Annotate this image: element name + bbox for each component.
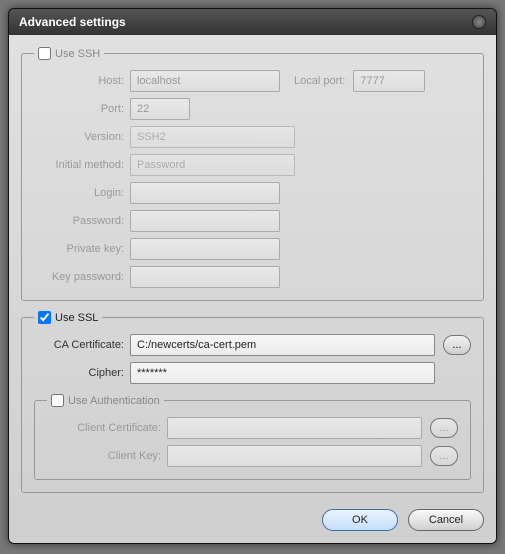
use-auth-checkbox[interactable]: [51, 394, 64, 407]
ca-cert-label: CA Certificate:: [34, 339, 130, 351]
use-ssl-checkbox[interactable]: [38, 311, 51, 324]
ssl-legend: Use SSL: [34, 311, 102, 324]
initial-method-label: Initial method:: [34, 159, 130, 171]
key-password-input[interactable]: [130, 266, 280, 288]
local-port-input[interactable]: [353, 70, 425, 92]
ssh-legend: Use SSH: [34, 47, 104, 60]
login-input[interactable]: [130, 182, 280, 204]
private-key-input[interactable]: [130, 238, 280, 260]
local-port-label: Local port:: [280, 75, 353, 87]
titlebar[interactable]: Advanced settings: [9, 9, 496, 35]
initial-method-select[interactable]: Password: [130, 154, 295, 176]
cancel-button[interactable]: Cancel: [408, 509, 484, 531]
client-cert-label: Client Certificate:: [47, 422, 167, 434]
key-password-label: Key password:: [34, 271, 130, 283]
close-icon[interactable]: [472, 15, 486, 29]
cipher-label: Cipher:: [34, 367, 130, 379]
use-ssl-label: Use SSL: [55, 312, 98, 324]
ca-cert-input[interactable]: [130, 334, 435, 356]
version-label: Version:: [34, 131, 130, 143]
host-label: Host:: [34, 75, 130, 87]
version-select[interactable]: SSH2: [130, 126, 295, 148]
client-cert-input[interactable]: [167, 417, 422, 439]
client-cert-browse-button[interactable]: ...: [430, 418, 458, 438]
private-key-label: Private key:: [34, 243, 130, 255]
ok-button[interactable]: OK: [322, 509, 398, 531]
login-label: Login:: [34, 187, 130, 199]
use-ssh-label: Use SSH: [55, 48, 100, 60]
host-input[interactable]: [130, 70, 280, 92]
auth-group: Use Authentication Client Certificate: .…: [34, 394, 471, 480]
ssl-group: Use SSL CA Certificate: ... Cipher: Use …: [21, 311, 484, 493]
cipher-input[interactable]: [130, 362, 435, 384]
password-input[interactable]: [130, 210, 280, 232]
ca-cert-browse-button[interactable]: ...: [443, 335, 471, 355]
port-input[interactable]: [130, 98, 190, 120]
use-auth-label: Use Authentication: [68, 395, 160, 407]
client-key-label: Client Key:: [47, 450, 167, 462]
dialog-footer: OK Cancel: [21, 503, 484, 531]
client-key-input[interactable]: [167, 445, 422, 467]
advanced-settings-dialog: Advanced settings Use SSH Host: Local po…: [8, 8, 497, 544]
dialog-content: Use SSH Host: Local port: Port: Version:…: [9, 35, 496, 543]
use-ssh-checkbox[interactable]: [38, 47, 51, 60]
dialog-title: Advanced settings: [19, 15, 126, 29]
auth-legend: Use Authentication: [47, 394, 164, 407]
client-key-browse-button[interactable]: ...: [430, 446, 458, 466]
ssh-group: Use SSH Host: Local port: Port: Version:…: [21, 47, 484, 301]
port-label: Port:: [34, 103, 130, 115]
password-label: Password:: [34, 215, 130, 227]
